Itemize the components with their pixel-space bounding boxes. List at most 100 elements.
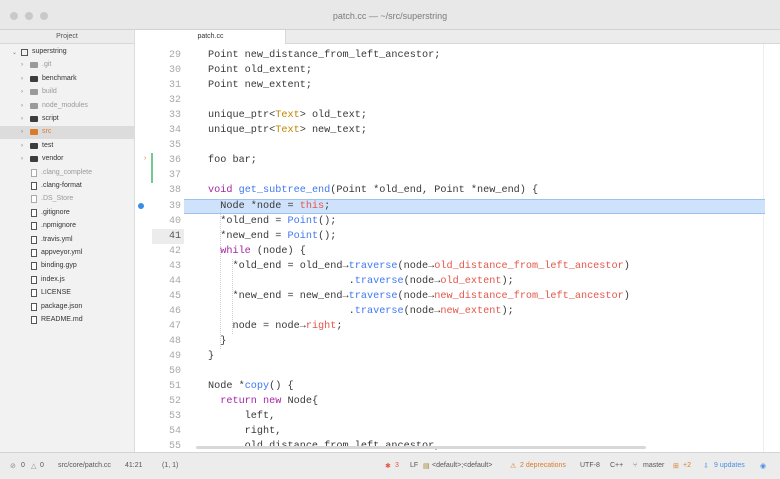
chevron-right-icon[interactable]: › (21, 62, 23, 68)
tree-item[interactable]: .DS_Store (0, 193, 134, 206)
code-line[interactable]: *new_end = Point(); (208, 229, 336, 244)
bug-icon[interactable]: ✱ (385, 462, 391, 470)
line-number[interactable]: 30 (151, 63, 181, 78)
line-number[interactable]: 42 (151, 244, 181, 259)
tree-item[interactable]: › node_modules (0, 100, 134, 113)
line-number[interactable]: 37 (151, 168, 181, 183)
line-number[interactable]: 34 (151, 123, 181, 138)
line-number[interactable]: 36 (151, 153, 181, 168)
line-number[interactable]: 49 (151, 349, 181, 364)
code-line[interactable]: Point new_distance_from_left_ancestor; (208, 48, 440, 63)
line-number[interactable]: 47 (151, 319, 181, 334)
chevron-right-icon[interactable]: › (21, 103, 23, 109)
line-number[interactable]: 46 (151, 304, 181, 319)
tree-item[interactable]: › test (0, 140, 134, 153)
chevron-right-icon[interactable]: › (21, 129, 23, 135)
line-number[interactable]: 54 (151, 424, 181, 439)
code-line[interactable]: node = node→right; (208, 319, 342, 334)
code-line[interactable]: Node *node = this; (208, 199, 330, 214)
error-circle-icon[interactable]: ⊘ (10, 462, 16, 470)
line-number[interactable]: 45 (151, 289, 181, 304)
tab-patch-cc[interactable]: patch.cc (136, 30, 286, 44)
line-number[interactable]: 31 (151, 78, 181, 93)
horizontal-scrollbar[interactable] (196, 446, 646, 449)
chevron-right-icon[interactable]: › (21, 76, 23, 82)
line-number[interactable]: 43 (151, 259, 181, 274)
code-line[interactable]: while (node) { (208, 244, 306, 259)
tree-item[interactable]: package.json (0, 301, 134, 314)
tree-item[interactable]: .npmignore (0, 220, 134, 233)
code-line[interactable]: foo bar; (208, 153, 257, 168)
file-path[interactable]: src/core/patch.cc (58, 462, 111, 469)
language-mode[interactable]: C++ (610, 462, 623, 469)
code-line[interactable]: Point old_extent; (208, 63, 312, 78)
expand-arrow-icon[interactable]: ⌄ (12, 49, 17, 56)
bug-count[interactable]: 3 (395, 462, 399, 469)
tree-item[interactable]: .travis.yml (0, 234, 134, 247)
code-line[interactable]: .traverse(node→new_extent); (208, 304, 514, 319)
line-number[interactable]: 40 (151, 214, 181, 229)
fold-marker-icon[interactable]: › (144, 155, 146, 162)
code-line[interactable]: *old_end = Point(); (208, 214, 336, 229)
breakpoint-icon[interactable] (138, 203, 144, 209)
code-line[interactable]: *old_end = old_end→traverse(node→old_dis… (208, 259, 629, 274)
warning-count[interactable]: 0 (40, 462, 44, 469)
tree-item[interactable]: index.js (0, 274, 134, 287)
line-number[interactable]: 50 (151, 364, 181, 379)
code-line[interactable]: unique_ptr<Text> old_text; (208, 108, 367, 123)
code-line[interactable]: } (208, 334, 226, 349)
tree-item[interactable]: › vendor (0, 153, 134, 166)
tab-project[interactable]: Project (0, 30, 134, 44)
chevron-right-icon[interactable]: › (21, 89, 23, 95)
git-diff-count[interactable]: +2 (683, 462, 691, 469)
code-line[interactable]: left, (208, 409, 276, 424)
tree-item[interactable]: LICENSE (0, 287, 134, 300)
line-number[interactable]: 44 (151, 274, 181, 289)
code-line[interactable]: void get_subtree_end(Point *old_end, Poi… (208, 183, 538, 198)
selection-count[interactable]: (1, 1) (162, 462, 178, 469)
tree-item[interactable]: › script (0, 113, 134, 126)
line-number[interactable]: 38 (151, 183, 181, 198)
code-line[interactable]: right, (208, 424, 282, 439)
tree-item[interactable]: › benchmark (0, 73, 134, 86)
tree-item[interactable]: .gitignore (0, 207, 134, 220)
code-line[interactable]: unique_ptr<Text> new_text; (208, 123, 367, 138)
warning-icon[interactable]: △ (31, 462, 36, 470)
chevron-right-icon[interactable]: › (21, 143, 23, 149)
tree-item[interactable]: › build (0, 86, 134, 99)
code-line[interactable]: .traverse(node→old_extent); (208, 274, 514, 289)
tree-item[interactable]: .clang_complete (0, 167, 134, 180)
tree-item[interactable]: › .git (0, 59, 134, 72)
github-icon[interactable]: ◉ (760, 462, 766, 470)
code-line[interactable]: } (208, 349, 214, 364)
line-number[interactable]: 41 (151, 229, 181, 244)
error-count[interactable]: 0 (21, 462, 25, 469)
tree-item[interactable]: .clang-format (0, 180, 134, 193)
code-line[interactable]: Node *copy() { (208, 379, 294, 394)
line-number[interactable]: 53 (151, 409, 181, 424)
encoding[interactable]: UTF-8 (580, 462, 600, 469)
tree-item[interactable]: appveyor.yml (0, 247, 134, 260)
line-number-gutter[interactable]: 29 30 31 32 33 34 35 36 37 38 39 40 41 42 43 44 45 46 47 48… (136, 44, 184, 452)
line-number[interactable]: 29 (151, 48, 181, 63)
editor-pane[interactable]: patch.cc 29 30 31 32 33 34 35 36 37 38 39 40 41 42 43 4… (136, 30, 780, 452)
chevron-right-icon[interactable]: › (21, 116, 23, 122)
line-number[interactable]: 55 (151, 439, 181, 452)
tree-item[interactable]: › src (0, 126, 134, 140)
line-number[interactable]: 33 (151, 108, 181, 123)
cursor-position[interactable]: 41:21 (125, 462, 143, 469)
line-number[interactable]: 48 (151, 334, 181, 349)
line-number[interactable]: 32 (151, 93, 181, 108)
grammar-selector[interactable]: <default>;<default> (432, 462, 492, 469)
code-line[interactable]: Point new_extent; (208, 78, 312, 93)
line-number[interactable]: 51 (151, 379, 181, 394)
line-number[interactable]: 52 (151, 394, 181, 409)
tree-item[interactable]: README.md (0, 314, 134, 327)
tree-item[interactable]: ⌄ superstring (0, 46, 134, 59)
chevron-right-icon[interactable]: › (21, 156, 23, 162)
line-number[interactable]: 39 (151, 199, 181, 214)
code-line[interactable]: *new_end = new_end→traverse(node→new_dis… (208, 289, 629, 304)
tree-item[interactable]: binding.gyp (0, 260, 134, 273)
git-branch[interactable]: master (643, 462, 664, 469)
line-ending[interactable]: LF (410, 462, 418, 469)
